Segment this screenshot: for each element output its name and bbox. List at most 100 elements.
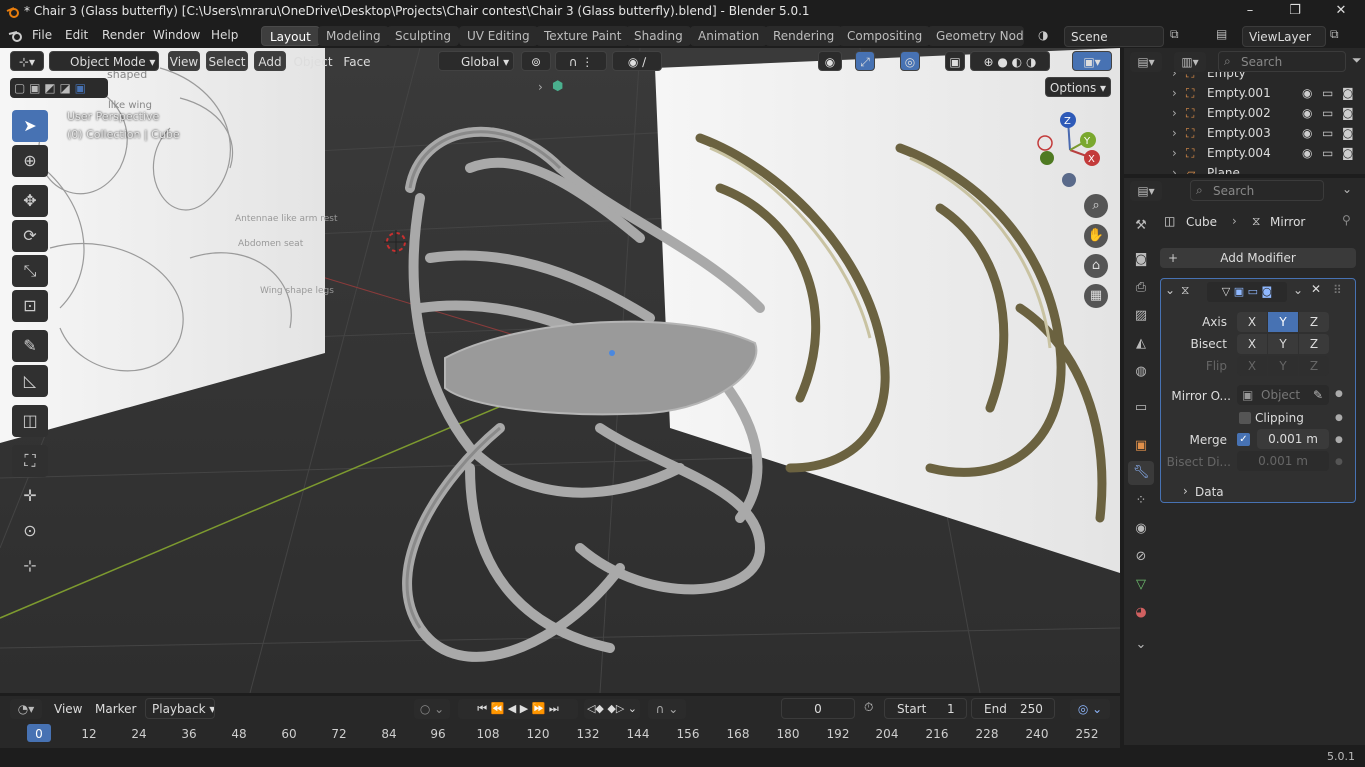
expand-arrow-icon[interactable]: ›	[1172, 146, 1177, 160]
menu-view[interactable]: View	[168, 51, 200, 71]
tab-world[interactable]: ◍	[1128, 360, 1154, 384]
tab-output[interactable]: ⎙	[1128, 276, 1154, 300]
playback-dropdown[interactable]: Playback ▾	[145, 698, 215, 719]
menu-edit[interactable]: Edit	[65, 28, 88, 42]
3d-viewport[interactable]: shaped like wing Antennae like arm rest …	[0, 48, 1120, 693]
menu-help[interactable]: Help	[211, 28, 238, 42]
tabs-more[interactable]: ⌄	[1128, 633, 1154, 657]
menu-face[interactable]: Face	[340, 51, 374, 71]
scale-tool[interactable]: ⤡	[12, 255, 48, 287]
expand-arrow-icon[interactable]: ›	[1172, 72, 1177, 80]
scene-selector[interactable]: Scene	[1064, 26, 1164, 47]
pin-icon[interactable]: ⚲	[1342, 213, 1351, 227]
keyframe-dot-icon[interactable]: ●	[1335, 389, 1343, 399]
tab-animation[interactable]: Animation	[690, 26, 768, 46]
menu-add[interactable]: Add	[254, 51, 286, 71]
outliner-row[interactable]: › ⛶ Empty.004 ◉ ▭ ◙	[1124, 144, 1365, 164]
tab-constraints[interactable]: ⊘	[1128, 545, 1154, 569]
axis-z-button[interactable]: Z	[1299, 312, 1329, 332]
blender-menu-icon[interactable]	[8, 29, 24, 43]
camera-icon[interactable]: ◙	[1342, 106, 1354, 120]
start-frame-field[interactable]: Start 1	[884, 698, 967, 719]
auto-key-button[interactable]: ∩ ⌄	[648, 699, 686, 719]
outliner-row[interactable]: › ⛶ Empty	[1124, 72, 1365, 84]
tab-shading[interactable]: Shading	[626, 26, 691, 46]
tab-modeling[interactable]: Modeling	[318, 26, 389, 46]
tab-geometry-nodes[interactable]: Geometry Nodes	[928, 26, 1024, 46]
filter-icon[interactable]: ⏷	[1352, 53, 1362, 68]
extra-tool-3[interactable]: ⊙	[12, 515, 48, 547]
camera-icon[interactable]: ◙	[1342, 86, 1354, 100]
keyframe-dot-icon[interactable]: ●	[1335, 413, 1343, 423]
outliner-row[interactable]: › ▱ Plane	[1124, 164, 1365, 174]
drag-handle-icon[interactable]: ⠿	[1333, 283, 1342, 297]
rotate-tool[interactable]: ⟳	[12, 220, 48, 252]
flip-y-button[interactable]: Y	[1268, 356, 1298, 376]
pivot-point-button[interactable]: ⊚	[521, 51, 551, 71]
add-cube-tool[interactable]: ◫	[12, 405, 48, 437]
outliner-search[interactable]: Search	[1218, 51, 1346, 72]
tab-tool[interactable]: ⚒	[1128, 214, 1154, 238]
menu-object[interactable]: Object	[292, 51, 334, 71]
bisect-y-button[interactable]: Y	[1268, 334, 1298, 354]
cursor-tool[interactable]: ⊕	[12, 145, 48, 177]
outliner-editor-type[interactable]: ▤▾	[1130, 52, 1162, 72]
view-layer-selector[interactable]: ViewLayer	[1242, 26, 1326, 47]
menu-file[interactable]: File	[32, 28, 52, 42]
maximize-button[interactable]: ❐	[1272, 0, 1318, 24]
annotate-tool[interactable]: ✎	[12, 330, 48, 362]
tab-physics[interactable]: ◉	[1128, 517, 1154, 541]
properties-search[interactable]: Search	[1190, 180, 1324, 201]
sidebar-toggle[interactable]: ▣▾	[1072, 51, 1112, 71]
close-window-button[interactable]: ✕	[1318, 0, 1364, 24]
expand-arrow-icon[interactable]: ›	[1172, 166, 1177, 174]
bisect-distance-field[interactable]: 0.001 m	[1237, 451, 1329, 471]
timeline-menu-marker[interactable]: Marker	[95, 702, 136, 716]
ortho-toggle-button[interactable]: ▦	[1084, 284, 1108, 308]
eye-icon[interactable]: ◉	[1302, 126, 1312, 140]
eye-icon[interactable]: ◉	[1302, 86, 1312, 100]
modifier-menu-icon[interactable]: ⌄	[1293, 283, 1303, 297]
eye-icon[interactable]: ◉	[1302, 146, 1312, 160]
end-frame-field[interactable]: End 250	[971, 698, 1055, 719]
expand-arrow-icon[interactable]: ›	[1183, 484, 1188, 498]
tab-rendering[interactable]: Rendering	[765, 26, 843, 46]
move-tool[interactable]: ✥	[12, 185, 48, 217]
overlay-toggle[interactable]: ◎	[900, 51, 920, 71]
view-layer-icon[interactable]: ▤	[1216, 27, 1227, 41]
tab-uv-editing[interactable]: UV Editing	[459, 26, 538, 46]
flip-x-button[interactable]: X	[1237, 356, 1267, 376]
keyframe-jump-controls[interactable]: ◁◆ ◆▷ ⌄	[584, 699, 640, 719]
asset-shelf-icon[interactable]: ⬢	[552, 79, 563, 94]
properties-options-icon[interactable]: ⌄	[1342, 182, 1352, 196]
collapse-chevron-icon[interactable]: ›	[538, 80, 543, 94]
pan-button[interactable]: ✋	[1084, 224, 1108, 248]
axis-y-button[interactable]: Y	[1268, 312, 1298, 332]
tab-scene[interactable]: ◭	[1128, 332, 1154, 356]
frame-ruler[interactable]: 0 12 24 36 48 60 72 84 96 108 120 132 14…	[0, 722, 1120, 748]
playback-controls[interactable]: ⏮ ⏪ ◀ ▶ ⏩ ⏭	[458, 699, 578, 719]
expand-arrow-icon[interactable]: ›	[1172, 106, 1177, 120]
options-dropdown[interactable]: Options ▾	[1045, 77, 1111, 97]
monitor-icon[interactable]: ▭	[1322, 146, 1333, 160]
properties-editor-type[interactable]: ▤▾	[1130, 181, 1162, 201]
menu-window[interactable]: Window	[153, 28, 200, 42]
eyedropper-icon[interactable]: ✎	[1313, 385, 1323, 405]
extra-tool-4[interactable]: ⊹	[12, 550, 48, 582]
gizmo-toggle[interactable]: ⤢	[855, 51, 875, 71]
snap-button[interactable]: ∩ ⋮	[555, 51, 607, 71]
current-frame-field[interactable]: 0	[781, 698, 855, 719]
xray-toggle[interactable]: ▣	[945, 51, 965, 71]
tab-sculpting[interactable]: Sculpting	[387, 26, 460, 46]
timeline-editor-type[interactable]: ◔▾	[10, 699, 42, 719]
tab-object[interactable]: ▣	[1128, 434, 1154, 458]
new-scene-icon[interactable]: ⧉	[1170, 27, 1179, 42]
tab-render[interactable]: ◙	[1128, 248, 1154, 272]
outliner-row[interactable]: › ⛶ Empty.003 ◉ ▭ ◙	[1124, 124, 1365, 144]
visibility-button[interactable]: ◉	[818, 51, 842, 71]
transform-tool[interactable]: ⊡	[12, 290, 48, 322]
tab-data[interactable]: ▽	[1128, 573, 1154, 597]
eye-icon[interactable]: ◉	[1302, 106, 1312, 120]
expand-arrow-icon[interactable]: ›	[1172, 86, 1177, 100]
selection-mode-buttons[interactable]: ▢ ▣ ◩ ◪ ▣	[10, 78, 108, 98]
